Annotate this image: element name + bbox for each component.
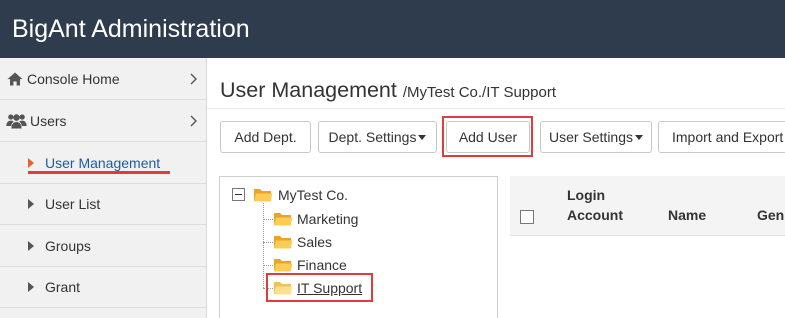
tree-node-marketing[interactable]: Marketing xyxy=(297,209,358,229)
add-dept-button[interactable]: Add Dept. xyxy=(220,121,311,153)
caret-down-icon xyxy=(635,134,644,140)
button-label: Import and Export xyxy=(672,129,784,145)
page-title-text: User Management xyxy=(220,78,397,102)
tree-connector xyxy=(263,288,273,289)
app-window: BigAnt Administration Console Home Users xyxy=(0,0,785,318)
tree-node-it-support[interactable]: IT Support xyxy=(297,278,362,298)
button-label: User Settings xyxy=(548,129,634,145)
tree-connector xyxy=(263,265,273,266)
column-header-name[interactable]: Name xyxy=(668,205,706,225)
page-title: User Management/MyTest Co./IT Support xyxy=(220,76,556,104)
sidebar-item-users[interactable]: Users xyxy=(0,100,206,142)
sidebar-item-label: Users xyxy=(30,112,67,129)
column-header-login-account[interactable]: Login Account xyxy=(567,185,629,225)
folder-open-icon xyxy=(254,189,273,202)
select-all-checkbox[interactable] xyxy=(520,210,534,224)
collapse-toggle-icon[interactable] xyxy=(232,188,245,201)
dept-settings-button[interactable]: Dept. Settings xyxy=(318,121,437,153)
caret-right-icon xyxy=(28,157,34,168)
department-tree: MyTest Co. Marketing Sales Finance IT Su… xyxy=(219,176,498,318)
button-label: Add Dept. xyxy=(234,129,297,145)
caret-down-icon xyxy=(418,134,427,140)
sidebar: Console Home Users User Management User … xyxy=(0,58,207,318)
sidebar-subitem-label: User Management xyxy=(45,154,161,171)
chevron-right-icon xyxy=(190,73,197,84)
sidebar-subitem-user-management[interactable]: User Management xyxy=(0,142,206,184)
top-header: BigAnt Administration xyxy=(0,0,785,58)
import-export-button[interactable]: Import and Export xyxy=(658,121,785,153)
button-label: Dept. Settings xyxy=(328,129,417,145)
folder-icon xyxy=(274,236,293,249)
sidebar-subitem-label: User List xyxy=(45,196,101,212)
sidebar-subitem-groups[interactable]: Groups xyxy=(0,225,206,267)
tree-root-label[interactable]: MyTest Co. xyxy=(278,185,348,205)
add-user-button[interactable]: Add User xyxy=(446,121,530,153)
users-icon xyxy=(6,113,27,128)
divider xyxy=(207,108,785,109)
tree-connector xyxy=(263,242,273,243)
sidebar-item-label: Console Home xyxy=(27,70,120,87)
annotation-underline xyxy=(28,171,170,174)
sidebar-subitem-label: Grant xyxy=(45,279,81,295)
breadcrumb-path: /MyTest Co./IT Support xyxy=(402,84,556,101)
chevron-right-icon xyxy=(190,115,197,126)
folder-icon xyxy=(274,259,293,272)
tree-connector xyxy=(263,203,264,288)
caret-right-icon xyxy=(28,240,34,251)
tree-node-finance[interactable]: Finance xyxy=(297,255,347,275)
tree-node-sales[interactable]: Sales xyxy=(297,232,332,252)
sidebar-subitem-label: Groups xyxy=(45,237,91,254)
sidebar-subitem-user-list[interactable]: User List xyxy=(0,184,206,225)
app-title: BigAnt Administration xyxy=(12,15,250,43)
folder-icon xyxy=(274,282,293,295)
home-icon xyxy=(7,72,23,85)
button-label: Add User xyxy=(458,129,518,145)
sidebar-subitem-grant[interactable]: Grant xyxy=(0,267,206,308)
caret-right-icon xyxy=(28,282,34,292)
user-settings-button[interactable]: User Settings xyxy=(540,121,652,153)
sidebar-item-console-home[interactable]: Console Home xyxy=(0,58,206,100)
folder-icon xyxy=(274,213,293,226)
caret-right-icon xyxy=(28,199,34,209)
tree-connector xyxy=(263,219,273,220)
column-header-gender[interactable]: Gen xyxy=(757,205,784,225)
user-table-header: Login Account Name Gen xyxy=(510,176,785,236)
